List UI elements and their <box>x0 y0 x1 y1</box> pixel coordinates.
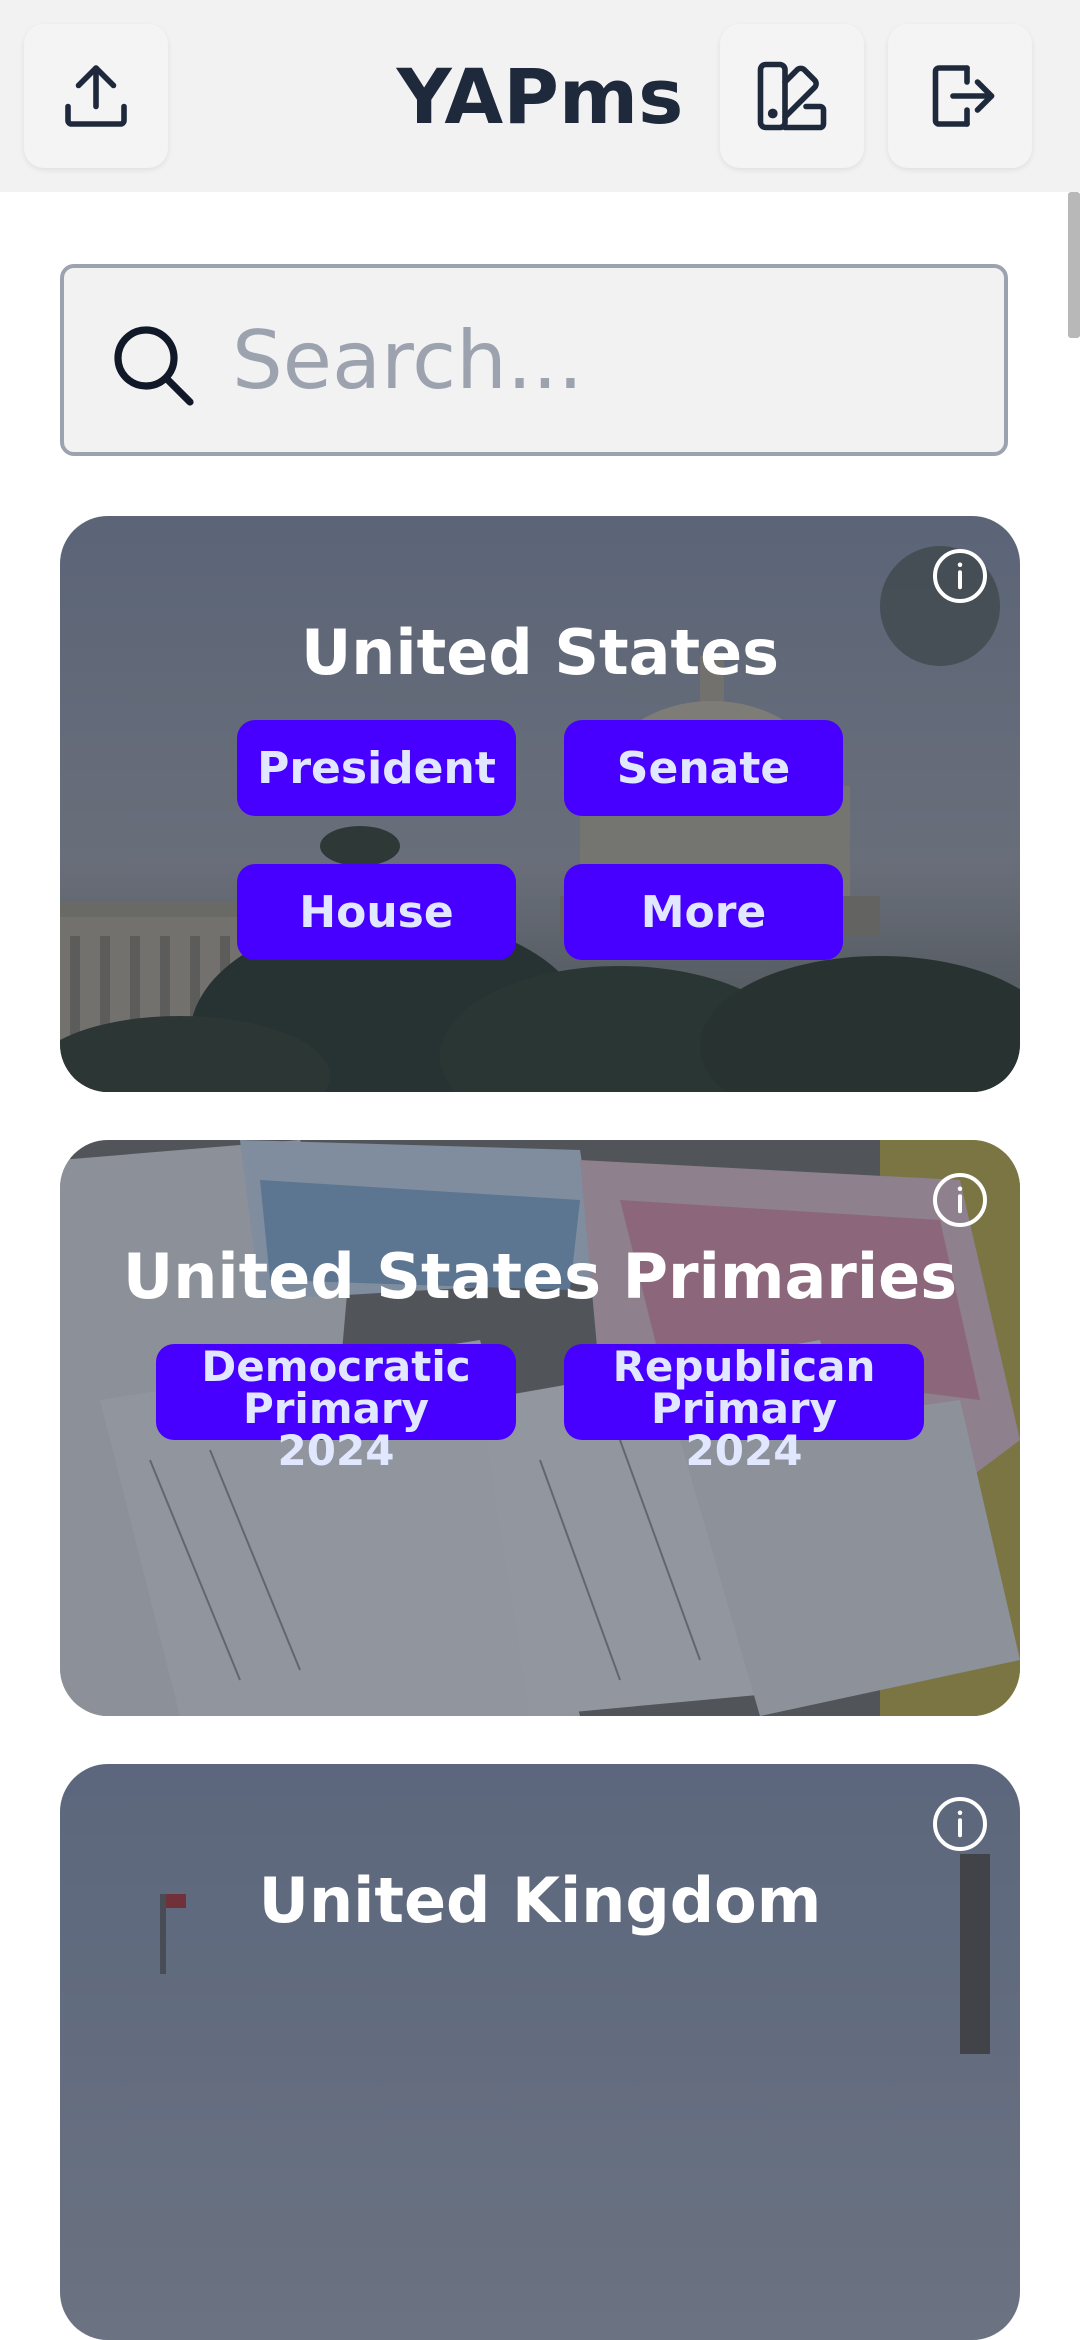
card-title: United States Primaries <box>122 1240 958 1313</box>
logout-icon <box>932 65 995 127</box>
democratic-primary-2024-button[interactable]: Democratic Primary 2024 <box>156 1344 516 1472</box>
label-line: Primary <box>650 1384 838 1433</box>
card-united-states[interactable]: United States President Senate House Mor… <box>60 516 1020 1092</box>
search-input[interactable] <box>232 298 972 422</box>
republican-primary-2024-button[interactable]: Republican Primary 2024 <box>564 1344 924 1472</box>
label-line: Primary <box>242 1384 430 1433</box>
logout-button[interactable] <box>888 24 1032 168</box>
card-overlay <box>60 516 1020 1092</box>
upload-button[interactable] <box>24 24 168 168</box>
label-line: 2024 <box>685 1426 803 1475</box>
theme-button[interactable] <box>720 24 864 168</box>
scrollbar-thumb[interactable] <box>1068 192 1080 338</box>
republican-primary-label: Republican Primary 2024 <box>613 1346 876 1472</box>
info-icon[interactable] <box>930 1170 990 1230</box>
app-header: YAPms <box>0 0 1080 192</box>
house-button[interactable]: House <box>237 864 516 960</box>
more-button[interactable]: More <box>564 864 843 960</box>
info-icon[interactable] <box>930 546 990 606</box>
search-box[interactable] <box>60 264 1008 456</box>
card-title: United Kingdom <box>258 1864 822 1937</box>
label-line: Democratic <box>201 1342 471 1391</box>
card-title: United States <box>300 616 780 689</box>
app-title: YAPms <box>396 52 684 141</box>
info-icon[interactable] <box>930 1794 990 1854</box>
card-overlay <box>60 1764 1020 2340</box>
card-united-kingdom[interactable]: United Kingdom <box>60 1764 1020 2340</box>
label-line: Republican <box>612 1342 876 1391</box>
palette-icon <box>757 61 827 131</box>
senate-button[interactable]: Senate <box>564 720 843 816</box>
democratic-primary-label: Democratic Primary 2024 <box>201 1346 470 1472</box>
card-united-states-primaries[interactable]: United States Primaries Democratic Prima… <box>60 1140 1020 1716</box>
label-line: 2024 <box>277 1426 395 1475</box>
president-button[interactable]: President <box>237 720 516 816</box>
search-icon <box>114 326 194 406</box>
upload-icon <box>65 65 127 127</box>
